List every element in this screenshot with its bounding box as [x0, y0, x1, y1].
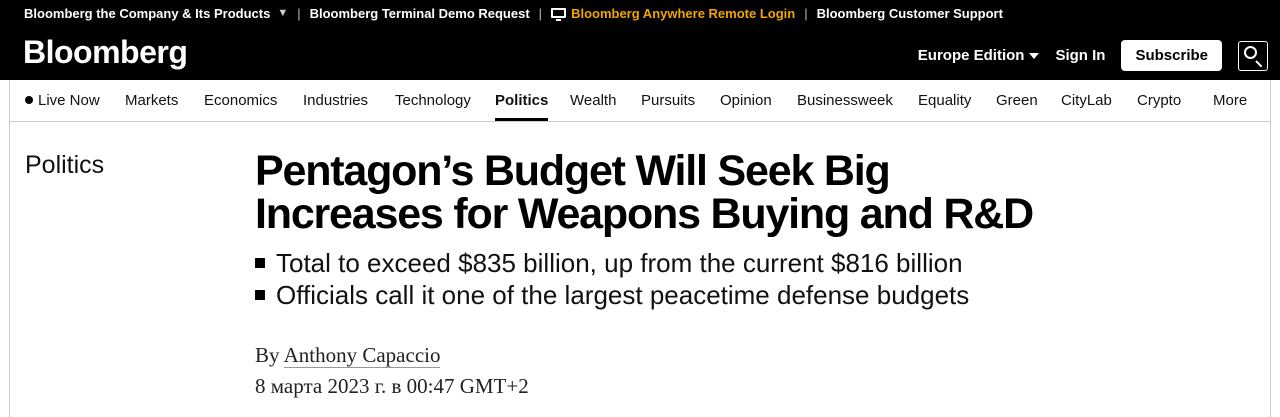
nav-label: Live Now [38, 92, 100, 109]
nav-item-opinion[interactable]: Opinion [720, 92, 772, 109]
publish-date: 8 марта 2023 г. в 00:47 GMT+2 [255, 374, 529, 398]
summary-bullets: Total to exceed $835 billion, up from th… [255, 247, 969, 311]
article-headline: Pentagon’s Budget Will Seek Big Increase… [255, 147, 1034, 238]
nav-item-crypto[interactable]: Crypto [1137, 92, 1181, 109]
nav-item-equality[interactable]: Equality [918, 92, 971, 109]
square-bullet-icon [255, 290, 265, 301]
nav-item-businessweek[interactable]: Businessweek [797, 92, 893, 109]
square-bullet-icon [255, 258, 265, 269]
remote-login-link[interactable]: Bloomberg Anywhere Remote Login [571, 6, 795, 21]
edition-label: Europe Edition [917, 47, 1025, 64]
caret-down-icon [1029, 53, 1040, 60]
list-item: Total to exceed $835 billion, up from th… [255, 247, 969, 279]
nav-item-live-now[interactable]: Live Now [25, 92, 100, 109]
subscribe-button[interactable]: Subscribe [1121, 40, 1222, 71]
nav-item-markets[interactable]: Markets [125, 92, 178, 109]
nav-item-citylab[interactable]: CityLab [1061, 92, 1112, 109]
byline-prefix: By [255, 343, 280, 367]
author-link[interactable]: Anthony Capaccio [283, 343, 441, 368]
nav-item-technology[interactable]: Technology [395, 92, 471, 109]
nav-item-economics[interactable]: Economics [204, 92, 277, 109]
main-nav: Live Now Markets Economics Industries Te… [10, 80, 1270, 122]
separator: | [538, 5, 543, 21]
more-dots-icon[interactable] [1246, 11, 1250, 31]
headline-line-2: Increases for Weapons Buying and R&D [255, 190, 1034, 238]
utility-bar: Bloomberg the Company & Its Products ▼ |… [0, 0, 1280, 26]
terminal-demo-link[interactable]: Bloomberg Terminal Demo Request [310, 6, 530, 21]
nav-item-politics[interactable]: Politics [495, 92, 549, 121]
separator: | [297, 5, 301, 21]
top-bar: Bloomberg the Company & Its Products ▼ |… [0, 0, 1280, 80]
bullet-text: Total to exceed $835 billion, up from th… [276, 248, 963, 278]
nav-item-more[interactable]: More [1213, 92, 1247, 109]
search-button[interactable] [1238, 40, 1268, 71]
monitor-icon [551, 8, 567, 21]
live-dot-icon [25, 96, 33, 105]
company-products-link[interactable]: Bloomberg the Company & Its Products [24, 6, 270, 21]
nav-item-wealth[interactable]: Wealth [570, 92, 616, 109]
bullet-text: Officials call it one of the largest pea… [276, 280, 970, 310]
customer-support-link[interactable]: Bloomberg Customer Support [817, 6, 1003, 21]
edition-selector[interactable]: Europe Edition [918, 47, 1040, 64]
list-item: Officials call it one of the largest pea… [255, 279, 969, 311]
headline-line-1: Pentagon’s Budget Will Seek Big [255, 147, 891, 195]
bloomberg-logo[interactable]: Bloomberg [23, 34, 188, 71]
header-controls: Europe Edition Sign In Subscribe [918, 40, 1268, 71]
nav-item-pursuits[interactable]: Pursuits [641, 92, 695, 109]
section-label[interactable]: Politics [25, 151, 104, 180]
byline: By Anthony Capaccio [255, 343, 441, 368]
nav-item-green[interactable]: Green [996, 92, 1038, 109]
chevron-down-icon[interactable]: ▼ [277, 7, 288, 19]
separator: | [804, 5, 808, 21]
nav-item-industries[interactable]: Industries [303, 92, 368, 109]
sign-in-link[interactable]: Sign In [1055, 47, 1105, 64]
